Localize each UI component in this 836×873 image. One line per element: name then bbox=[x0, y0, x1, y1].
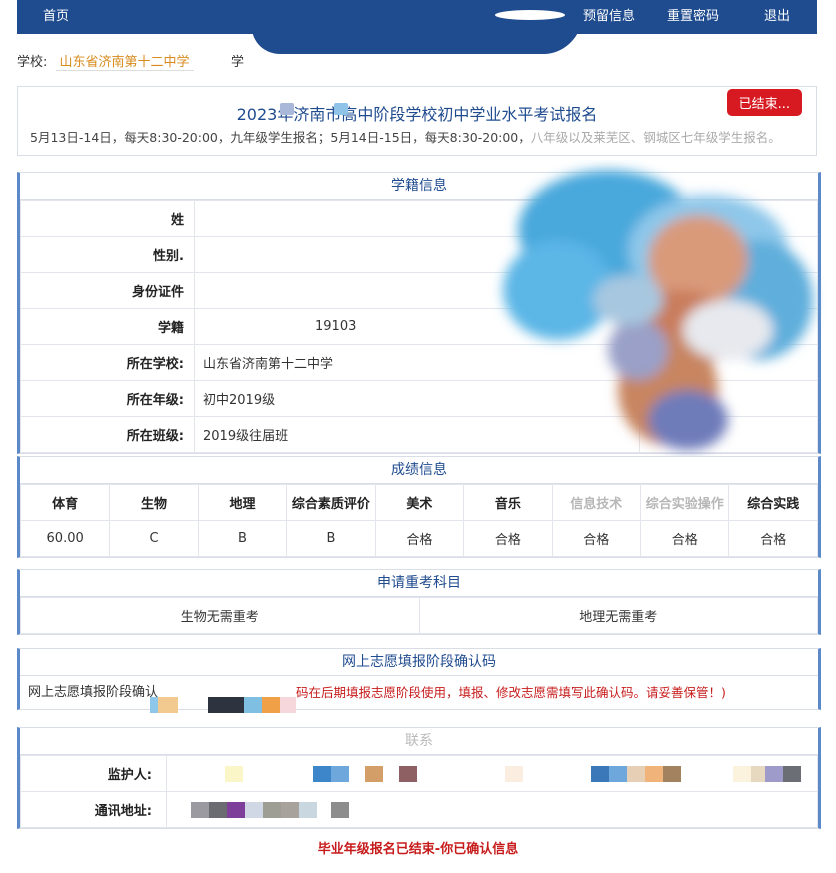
address-value bbox=[166, 791, 818, 828]
student-info-label: 性别. bbox=[20, 236, 195, 273]
score-column-header: 生物 bbox=[109, 484, 199, 521]
confirm-code-section: 网上志愿填报阶段确认码 网上志愿填报阶段确认 码在后期填报志愿阶段使用，填报、修… bbox=[17, 648, 821, 713]
score-column-header: 音乐 bbox=[463, 484, 553, 521]
score-column-header: 综合实践 bbox=[728, 484, 818, 521]
school-name-field[interactable]: 山东省济南第十二中学 bbox=[55, 55, 194, 71]
student-info-label: 姓 bbox=[20, 200, 195, 237]
school-selector: 学校: 山东省济南第十二中学 学 bbox=[17, 52, 244, 74]
retake-section: 申请重考科目 生物无需重考 地理无需重考 bbox=[17, 569, 821, 635]
school-extra-text: 学 bbox=[231, 55, 245, 70]
contact-header: 联系 bbox=[20, 728, 818, 755]
redaction-mosaic bbox=[150, 697, 158, 713]
exam-schedule: 5月13日-14日，每天8:30-20:00，九年级学生报名；5月14日-15日… bbox=[30, 127, 781, 146]
score-column-header: 美术 bbox=[374, 484, 465, 521]
exam-schedule-faded: 八年级以及莱芜区、钢城区七年级学生报名。 bbox=[530, 130, 781, 145]
address-label: 通讯地址: bbox=[20, 791, 167, 828]
score-column-header: 信息技术 bbox=[551, 484, 642, 521]
confirm-code-label: 网上志愿填报阶段确认 bbox=[28, 685, 159, 700]
confirm-code-row: 网上志愿填报阶段确认 码在后期填报志愿阶段使用，填报、修改志愿需填写此确认码。请… bbox=[20, 676, 818, 713]
nav-reserve-info-link[interactable]: 预留信息 bbox=[583, 0, 635, 34]
score-value: 合格 bbox=[463, 520, 553, 557]
score-value: 合格 bbox=[639, 520, 730, 557]
redaction-blob bbox=[503, 170, 813, 450]
scores-table: 体育 生物 地理 综合素质评价 美术 音乐 信息技术 综合实验操作 综合实践 60.00 C B B 合… bbox=[19, 484, 818, 557]
student-info-label: 所在年级: bbox=[20, 380, 195, 417]
retake-header: 申请重考科目 bbox=[20, 570, 818, 597]
footer-status-message: 毕业年级报名已结束-你已确认信息 bbox=[317, 842, 519, 857]
confirm-code-header: 网上志愿填报阶段确认码 bbox=[20, 649, 818, 676]
confirm-code-note: 码在后期填报志愿阶段使用，填报、修改志愿需填写此确认码。请妥善保管！) bbox=[296, 685, 726, 700]
scores-header: 成绩信息 bbox=[20, 457, 818, 484]
score-value: B bbox=[197, 520, 288, 557]
redaction-smudge bbox=[495, 10, 565, 20]
score-column-header: 体育 bbox=[19, 484, 111, 521]
redaction-smudge bbox=[247, 14, 583, 54]
redaction-mosaic bbox=[262, 697, 280, 713]
score-value: B bbox=[286, 520, 376, 557]
exam-schedule-main: 5月13日-14日，每天8:30-20:00，九年级学生报名；5月14日-15日… bbox=[30, 130, 531, 145]
score-value: 60.00 bbox=[19, 520, 111, 557]
school-label: 学校: bbox=[17, 55, 48, 70]
redaction-smudge bbox=[334, 103, 348, 115]
contact-section: 联系 监护人: 通讯地址: bbox=[17, 727, 821, 829]
score-column-header: 地理 bbox=[197, 484, 288, 521]
nav-logout-link[interactable]: 退出 bbox=[764, 0, 790, 34]
student-info-label: 所在班级: bbox=[20, 416, 195, 453]
exam-announcement: 2023年济南市高中阶段学校初中学业水平考试报名 5月13日-14日，每天8:3… bbox=[17, 86, 817, 156]
nav-home-link[interactable]: 首页 bbox=[43, 0, 69, 34]
exam-title: 2023年济南市高中阶段学校初中学业水平考试报名 bbox=[236, 105, 598, 124]
nav-reset-password-link[interactable]: 重置密码 bbox=[667, 0, 719, 34]
student-info-label: 身份证件 bbox=[20, 272, 195, 309]
retake-item: 生物无需重考 bbox=[20, 597, 420, 634]
redaction-smudge bbox=[280, 103, 294, 115]
redaction-mosaic bbox=[208, 697, 244, 713]
retake-item: 地理无需重考 bbox=[418, 597, 818, 634]
contact-table: 监护人: 通讯地址: bbox=[20, 755, 818, 828]
score-column-header: 综合实验操作 bbox=[639, 484, 730, 521]
score-column-header: 综合素质评价 bbox=[286, 484, 376, 521]
student-info-label: 所在学校: bbox=[20, 344, 195, 381]
student-info-label: 学籍 bbox=[20, 308, 195, 345]
guardian-value bbox=[166, 755, 818, 792]
score-value: 合格 bbox=[728, 520, 818, 557]
retake-table: 生物无需重考 地理无需重考 bbox=[20, 597, 818, 634]
status-badge[interactable]: 已结束... bbox=[726, 89, 802, 116]
score-value: 合格 bbox=[374, 520, 465, 557]
guardian-label: 监护人: bbox=[20, 755, 167, 792]
redaction-mosaic bbox=[244, 697, 262, 713]
score-value: 合格 bbox=[551, 520, 642, 557]
redaction-mosaic bbox=[280, 697, 296, 713]
score-value: C bbox=[109, 520, 199, 557]
scores-section: 成绩信息 体育 生物 地理 综合素质评价 美术 音乐 信息技术 综合实验操作 综合实践 60.0… bbox=[17, 456, 821, 558]
